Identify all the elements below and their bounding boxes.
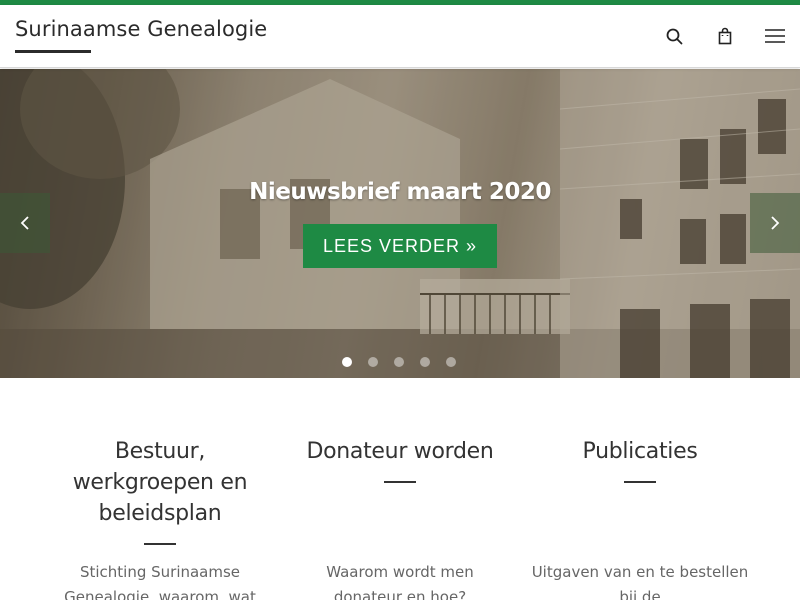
feature-title[interactable]: Publicaties (530, 436, 750, 467)
feature-text: Stichting Surinaamse Genealogie, waarom,… (64, 563, 256, 600)
slider-dot-3[interactable] (394, 357, 404, 367)
slider-dot-1[interactable] (342, 357, 352, 367)
site-title-link[interactable]: Surinaamse Genealogie (15, 17, 267, 41)
feature-column-bestuur: Bestuur, werkgroepen en beleidsplan (50, 436, 270, 545)
slider-dot-2[interactable] (368, 357, 378, 367)
slider-dot-5[interactable] (446, 357, 456, 367)
shopping-bag-icon[interactable] (714, 25, 736, 47)
hero-title: Nieuwsbrief maart 2020 (249, 179, 551, 205)
slider-dot-4[interactable] (420, 357, 430, 367)
feature-divider (144, 543, 176, 545)
feature-column-donateur: Donateur worden (290, 436, 510, 483)
feature-column-publicaties: Publicaties (530, 436, 750, 483)
site-title-underline (15, 50, 91, 53)
feature-text: Uitgaven van en te bestellen bij de (531, 563, 749, 600)
feature-divider (384, 481, 416, 483)
slider-prev-button[interactable] (0, 193, 50, 253)
search-icon[interactable] (663, 25, 685, 47)
chevron-right-icon (771, 216, 780, 230)
hamburger-menu-icon[interactable] (763, 25, 787, 47)
hero-slider: Nieuwsbrief maart 2020 LEES VERDER » (0, 69, 800, 378)
feature-divider (624, 481, 656, 483)
feature-text: Waarom wordt men donateur en hoe? (326, 563, 474, 600)
chevron-left-icon (20, 216, 29, 230)
feature-title[interactable]: Donateur worden (290, 436, 510, 467)
feature-title[interactable]: Bestuur, werkgroepen en beleidsplan (50, 436, 270, 529)
site-header: Surinaamse Genealogie (0, 5, 800, 68)
slider-pagination (342, 357, 456, 367)
slider-next-button[interactable] (750, 193, 800, 253)
read-more-button[interactable]: LEES VERDER » (303, 224, 497, 268)
